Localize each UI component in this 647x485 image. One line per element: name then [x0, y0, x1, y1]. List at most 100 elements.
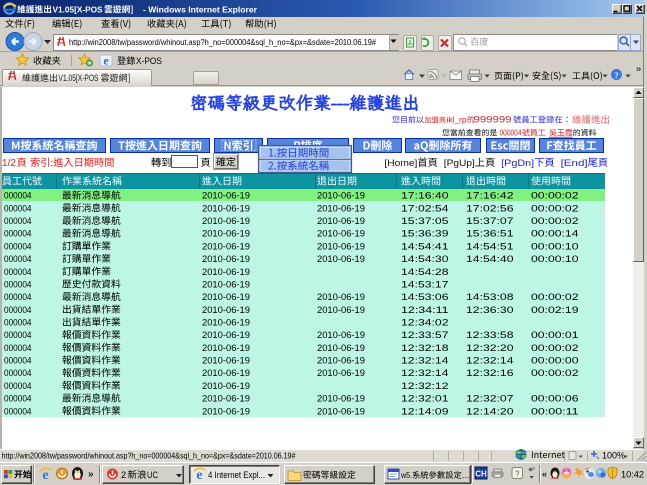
svg-text:2010-06-19: 2010-06-19: [317, 368, 365, 378]
svg-text:000004: 000004: [4, 267, 32, 277]
svg-text:2010-06-19: 2010-06-19: [202, 267, 250, 277]
svg-text:- Windows Internet Explorer: - Windows Internet Explorer: [143, 5, 258, 15]
svg-text:e: e: [196, 468, 202, 483]
svg-text:ikl_rp: ikl_rp: [447, 116, 468, 125]
svg-text:10:42: 10:42: [621, 470, 644, 480]
svg-text:»: »: [88, 469, 94, 480]
svg-text:2010-06-19: 2010-06-19: [202, 330, 250, 340]
svg-text:12:33:57: 12:33:57: [401, 330, 449, 340]
svg-text:000004: 000004: [4, 229, 32, 239]
svg-text:2010-06-19: 2010-06-19: [202, 203, 250, 213]
svg-text:17:02:56: 17:02:56: [466, 203, 514, 213]
svg-text:000004: 000004: [4, 394, 32, 404]
svg-text:000004: 000004: [4, 343, 32, 353]
svg-text:12:32:14: 12:32:14: [401, 368, 449, 378]
svg-text:000004: 000004: [4, 216, 32, 226]
svg-text:000004: 000004: [4, 191, 32, 201]
svg-text:15:37:05: 15:37:05: [401, 216, 449, 226]
svg-text:14:54:40: 14:54:40: [466, 254, 514, 264]
svg-text:w5.: w5.: [400, 470, 412, 480]
svg-text:12:32:20: 12:32:20: [466, 343, 514, 353]
svg-text:12:32:07: 12:32:07: [466, 394, 514, 404]
svg-text:[PgUp]: [PgUp]: [444, 158, 475, 169]
svg-text:2010-06-19: 2010-06-19: [202, 356, 250, 366]
svg-text:12:32:12: 12:32:12: [401, 381, 449, 391]
svg-text:http://win2008/tw/password/whi: http://win2008/tw/password/whinout.asp?h…: [2, 452, 296, 461]
svg-text:»: »: [636, 64, 641, 75]
svg-text:00:00:02: 00:00:02: [531, 191, 579, 201]
svg-text:15:37:07: 15:37:07: [466, 216, 514, 226]
svg-text:2010-06-19: 2010-06-19: [317, 406, 365, 416]
svg-text:2010-06-19: 2010-06-19: [202, 241, 250, 251]
svg-text:2010-06-19: 2010-06-19: [317, 343, 365, 353]
svg-text:14:53:06: 14:53:06: [401, 292, 449, 302]
svg-text:14:54:28: 14:54:28: [401, 267, 449, 277]
svg-text:12:34:11: 12:34:11: [401, 305, 449, 315]
svg-text:2010-06-19: 2010-06-19: [317, 292, 365, 302]
svg-text:UC: UC: [147, 470, 158, 480]
svg-text:000004: 000004: [4, 368, 32, 378]
svg-text:2010-06-19: 2010-06-19: [202, 406, 250, 416]
svg-text:?: ?: [614, 70, 618, 80]
svg-text:00:00:02: 00:00:02: [531, 292, 579, 302]
svg-text:00:00:02: 00:00:02: [531, 216, 579, 226]
svg-text:14:54:51: 14:54:51: [466, 241, 514, 251]
svg-text:15:36:39: 15:36:39: [401, 229, 449, 239]
svg-text:2010-06-19: 2010-06-19: [317, 356, 365, 366]
svg-text:000004: 000004: [4, 279, 32, 289]
svg-text:00:00:11: 00:00:11: [531, 406, 579, 416]
svg-text:14:53:17: 14:53:17: [401, 279, 449, 289]
svg-text:15:36:51: 15:36:51: [466, 229, 514, 239]
svg-text:000004: 000004: [4, 254, 32, 264]
svg-text:2010-06-19: 2010-06-19: [317, 394, 365, 404]
svg-text:000004: 000004: [4, 330, 32, 340]
svg-text:17:16:42: 17:16:42: [466, 191, 514, 201]
svg-text:...: ...: [462, 470, 469, 480]
svg-text:12:32:14: 12:32:14: [401, 356, 449, 366]
svg-text:00:00:01: 00:00:01: [531, 330, 579, 340]
svg-text:[Home]: [Home]: [384, 158, 417, 169]
svg-text:000004: 000004: [4, 318, 32, 328]
svg-text:00:02:19: 00:02:19: [531, 305, 579, 315]
svg-text:17:02:54: 17:02:54: [401, 203, 449, 213]
svg-text:2010-06-19: 2010-06-19: [202, 216, 250, 226]
svg-text:«: «: [542, 469, 547, 479]
svg-text:12:36:30: 12:36:30: [466, 305, 514, 315]
svg-text:00:00:06: 00:00:06: [531, 394, 579, 404]
svg-text:14:53:08: 14:53:08: [466, 292, 514, 302]
svg-text:2010-06-19: 2010-06-19: [202, 305, 250, 315]
svg-text:00:00:02: 00:00:02: [531, 203, 579, 213]
svg-text:000004: 000004: [4, 305, 32, 315]
svg-text:12:32:14: 12:32:14: [466, 356, 514, 366]
svg-text:000004: 000004: [4, 381, 32, 391]
svg-text:12:14:09: 12:14:09: [401, 406, 449, 416]
svg-text:999999: 999999: [474, 115, 512, 125]
svg-text:2010-06-19: 2010-06-19: [317, 330, 365, 340]
svg-text:2010-06-19: 2010-06-19: [317, 229, 365, 239]
svg-text:14:54:41: 14:54:41: [401, 241, 449, 251]
svg-text:00:00:10: 00:00:10: [531, 254, 579, 264]
svg-text:2010-06-19: 2010-06-19: [317, 191, 365, 201]
svg-text:00:00:00: 00:00:00: [531, 356, 579, 366]
svg-text:[End]: [End]: [561, 158, 588, 169]
svg-text:12:33:58: 12:33:58: [466, 330, 514, 340]
svg-text:http://win2008/tw/password/whi: http://win2008/tw/password/whinout.asp?h…: [69, 37, 376, 47]
svg-text:2010-06-19: 2010-06-19: [317, 203, 365, 213]
svg-text:12:32:16: 12:32:16: [466, 368, 514, 378]
svg-text:000004: 000004: [4, 406, 32, 416]
svg-text:000004: 000004: [4, 356, 32, 366]
svg-text:2010-06-19: 2010-06-19: [317, 305, 365, 315]
svg-text:100%: 100%: [602, 451, 625, 461]
svg-text:12:32:01: 12:32:01: [401, 394, 449, 404]
svg-text:1/2: 1/2: [2, 158, 16, 169]
svg-text:2: 2: [121, 470, 126, 480]
svg-text:CH: CH: [475, 470, 487, 479]
svg-text:2010-06-19: 2010-06-19: [202, 343, 250, 353]
svg-text:00:00:14: 00:00:14: [531, 229, 579, 239]
svg-text:2010-06-19: 2010-06-19: [202, 394, 250, 404]
svg-text:2010-06-19: 2010-06-19: [202, 191, 250, 201]
svg-text:2010-06-19: 2010-06-19: [202, 318, 250, 328]
svg-text:000004: 000004: [4, 203, 32, 213]
svg-text:2010-06-19: 2010-06-19: [202, 279, 250, 289]
svg-text:00:00:02: 00:00:02: [531, 368, 579, 378]
